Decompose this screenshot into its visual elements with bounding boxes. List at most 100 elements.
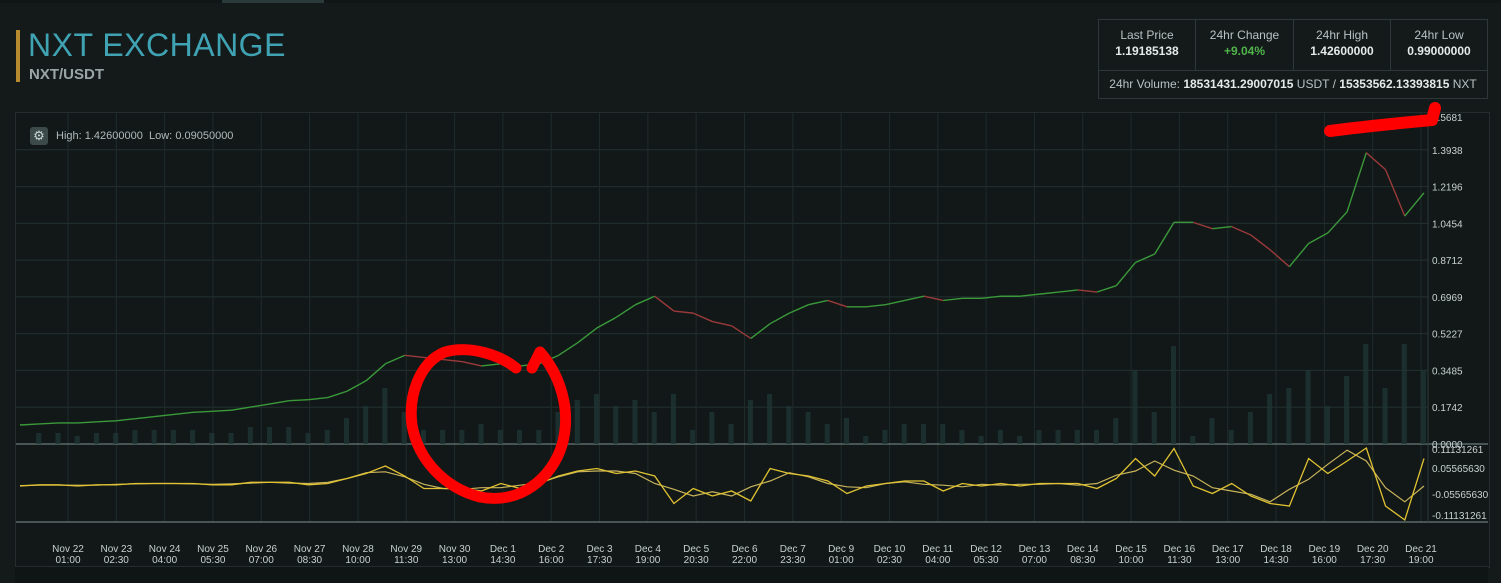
time-tick-date: Nov 24 — [149, 544, 181, 555]
volume-bar — [901, 424, 907, 444]
time-tick-date: Dec 12 — [970, 544, 1002, 555]
price-segment — [173, 411, 194, 416]
chart-high-low-label: High: 1.42600000 Low: 0.09050000 — [56, 130, 233, 142]
chart-scrollbar[interactable] — [15, 566, 1488, 583]
time-tick-date: Dec 6 — [731, 544, 758, 555]
time-axis: Nov 2201:00Nov 2302:30Nov 2404:00Nov 250… — [52, 544, 1437, 566]
volume-bar — [209, 433, 215, 444]
volume-bar — [1132, 370, 1138, 444]
price-segment — [635, 295, 655, 306]
volume-bar — [882, 430, 888, 444]
time-tick-date: Dec 10 — [874, 544, 906, 555]
price-segment — [250, 403, 271, 408]
volume-bar — [670, 394, 676, 444]
time-tick-time: 02:30 — [877, 555, 902, 566]
price-segment — [1212, 225, 1232, 230]
volume-bar — [940, 424, 946, 444]
time-tick-time: 17:30 — [587, 555, 612, 566]
price-segment — [731, 325, 752, 340]
time-tick-date: Nov 27 — [294, 544, 326, 555]
price-segment — [269, 400, 290, 405]
price-segment — [789, 304, 809, 314]
volume-bar — [786, 406, 792, 444]
price-segment — [866, 303, 886, 308]
price-segment — [750, 323, 771, 340]
settings-gear-icon[interactable]: ⚙ — [30, 127, 48, 145]
price-segment — [481, 363, 501, 367]
price-segment — [1346, 152, 1367, 213]
volume-bar — [247, 427, 253, 444]
volume-bar — [1209, 418, 1215, 444]
indicator-tick-label: 0.11131261 — [1432, 445, 1484, 456]
price-segment — [96, 420, 117, 423]
price-segment — [1250, 234, 1271, 251]
price-segment — [673, 310, 694, 314]
volume-bar — [593, 394, 599, 444]
price-segment — [77, 421, 97, 424]
volume-bar — [1286, 388, 1292, 444]
volume-bar — [1305, 370, 1311, 444]
volume-bar — [805, 412, 811, 444]
volume-bar — [132, 430, 138, 444]
price-segment — [1327, 211, 1348, 234]
indicator-tick-label: 0.05565630 — [1432, 464, 1485, 475]
volume-bars — [36, 344, 1426, 444]
volume-bar — [1247, 412, 1253, 444]
volume-bar — [1324, 406, 1330, 444]
price-segment — [193, 410, 213, 414]
time-tick-time: 04:00 — [925, 555, 950, 566]
indicator-tick-label: -0.05565630 — [1432, 490, 1489, 501]
price-series — [19, 152, 1425, 426]
price-tick-label: 0.3485 — [1432, 366, 1463, 377]
volume-bar — [55, 433, 61, 444]
price-segment — [577, 327, 598, 344]
time-tick-date: Dec 5 — [683, 544, 710, 555]
time-tick-time: 17:30 — [1360, 555, 1385, 566]
volume-bar — [170, 430, 176, 444]
time-tick-time: 19:00 — [635, 555, 660, 566]
price-chart[interactable]: 1.3938 1.2196 1.0454 0.8712 0.6969 0.5227 0.34… — [0, 0, 1501, 582]
time-tick-time: 02:30 — [104, 555, 129, 566]
time-tick-time: 10:00 — [1119, 555, 1144, 566]
time-tick-time: 10:00 — [345, 555, 370, 566]
volume-bar — [1074, 430, 1080, 444]
price-segment — [1365, 152, 1386, 171]
time-tick-date: Dec 20 — [1357, 544, 1389, 555]
time-tick-date: Dec 2 — [538, 544, 565, 555]
price-segment — [1269, 249, 1290, 268]
volume-bar — [497, 430, 503, 444]
volume-bar — [632, 400, 638, 444]
volume-bar — [1055, 430, 1061, 444]
volume-bar — [613, 406, 619, 444]
price-segment — [212, 409, 232, 412]
time-tick-date: Dec 21 — [1405, 544, 1437, 555]
price-tick-label: 0.1742 — [1432, 403, 1463, 414]
time-tick-time: 20:30 — [684, 555, 709, 566]
price-segment — [116, 417, 136, 422]
price-segment — [135, 415, 155, 420]
volume-bar — [997, 430, 1003, 444]
time-tick-date: Dec 7 — [780, 544, 807, 555]
time-tick-date: Nov 22 — [52, 544, 84, 555]
time-tick-time: 08:30 — [297, 555, 322, 566]
volume-bar — [382, 388, 388, 444]
volume-bar — [228, 433, 234, 444]
indicator-pane — [19, 446, 1425, 522]
volume-bar — [1017, 436, 1023, 444]
volume-bar — [478, 424, 484, 444]
volume-bar — [459, 430, 465, 444]
time-tick-date: Nov 25 — [197, 544, 229, 555]
time-tick-date: Dec 15 — [1115, 544, 1147, 555]
time-tick-date: Nov 28 — [342, 544, 374, 555]
time-tick-time: 13:00 — [1215, 555, 1240, 566]
time-tick-date: Dec 19 — [1309, 544, 1341, 555]
price-segment — [1154, 221, 1175, 255]
time-tick-date: Nov 26 — [245, 544, 277, 555]
volume-bar — [1267, 394, 1273, 444]
volume-bar — [517, 430, 523, 444]
volume-bar — [305, 433, 311, 444]
time-tick-time: 22:00 — [732, 555, 757, 566]
price-segment — [462, 360, 482, 367]
chart-low-label: Low: — [149, 130, 173, 142]
time-tick-time: 01:00 — [55, 555, 80, 566]
